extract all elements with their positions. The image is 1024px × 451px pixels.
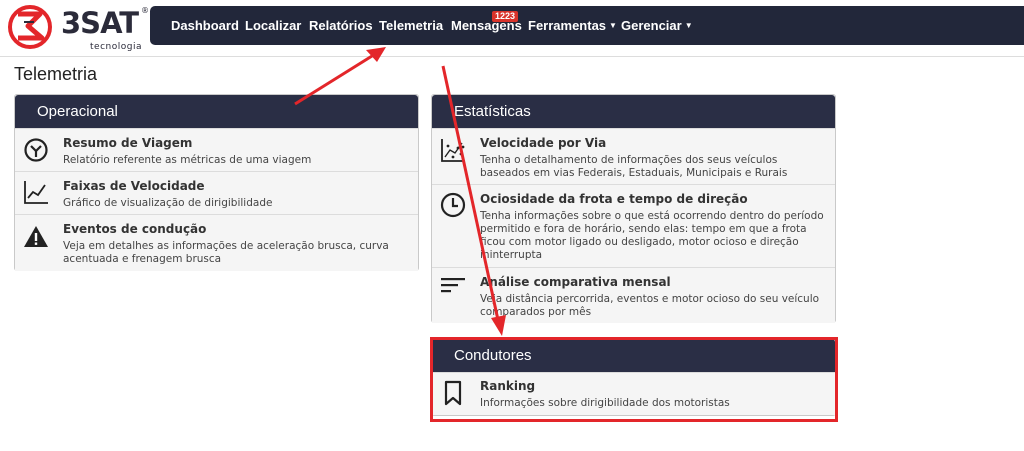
brand-registered: ® xyxy=(141,6,149,15)
panel-header: Condutores xyxy=(432,339,835,372)
nav-localizar[interactable]: Localizar xyxy=(245,6,301,45)
panel-condutores: Condutores Ranking Informações sobre dir… xyxy=(431,338,836,416)
scatter-chart-icon xyxy=(441,139,465,162)
menu-item-ranking[interactable]: Ranking Informações sobre dirigibilidade… xyxy=(432,372,835,415)
menu-item-faixas-de-velocidade[interactable]: Faixas de Velocidade Gráfico de visualiz… xyxy=(15,171,418,214)
item-title: Velocidade por Via xyxy=(480,136,607,150)
panel-estatisticas: Estatísticas Velocidade por Via Tenha o … xyxy=(431,94,836,323)
messages-count-badge: 1223 xyxy=(492,11,519,22)
bars-icon xyxy=(441,278,465,293)
item-description: ininterrupta xyxy=(480,249,543,261)
item-title: Faixas de Velocidade xyxy=(63,179,205,193)
nav-dashboard[interactable]: Dashboard xyxy=(171,6,239,45)
nav-ferramentas[interactable]: Ferramentas ▼ xyxy=(528,6,617,45)
panel-header: Operacional xyxy=(15,95,418,128)
line-chart-icon xyxy=(24,181,48,204)
caret-down-icon: ▼ xyxy=(684,21,693,30)
item-title: Análise comparativa mensal xyxy=(480,275,671,289)
clock-icon xyxy=(440,192,466,218)
panel-operacional: Operacional Resumo de Viagem Relatório r… xyxy=(14,94,419,271)
item-description: Veja em detalhes as informações de acele… xyxy=(63,240,389,252)
item-title: Eventos de condução xyxy=(63,222,207,236)
nav-gerenciar-label: Gerenciar xyxy=(621,18,682,33)
bookmark-icon xyxy=(444,380,462,406)
nav-relatorios[interactable]: Relatórios xyxy=(309,6,373,45)
item-description: Tenha o detalhamento de informações dos … xyxy=(480,154,778,166)
brand-logo[interactable]: 3SAT ® tecnologia xyxy=(6,4,149,52)
item-description: baseados em vias Federais, Estaduais, Mu… xyxy=(480,167,788,179)
item-description: Tenha informações sobre o que está ocorr… xyxy=(480,210,824,222)
speed-gauge-icon xyxy=(24,138,48,162)
brand-tagline: tecnologia xyxy=(90,42,142,52)
menu-item-resumo-de-viagem[interactable]: Resumo de Viagem Relatório referente as … xyxy=(15,128,418,171)
menu-item-velocidade-por-via[interactable]: Velocidade por Via Tenha o detalhamento … xyxy=(432,128,835,184)
item-description: permitido e fora de horário, sendo elas:… xyxy=(480,223,807,235)
nav-gerenciar[interactable]: Gerenciar ▼ xyxy=(621,6,693,45)
item-description: ficou com motor ligado ou desligado, mot… xyxy=(480,236,799,248)
item-description: Informações sobre dirigibilidade dos mot… xyxy=(480,397,730,409)
logo-mark-icon xyxy=(8,5,52,49)
menu-item-eventos-de-conducao[interactable]: Eventos de condução Veja em detalhes as … xyxy=(15,214,418,271)
warning-icon xyxy=(24,226,48,247)
brand-name: 3SAT xyxy=(61,6,139,40)
caret-down-icon: ▼ xyxy=(609,21,617,30)
panel-header: Estatísticas xyxy=(432,95,835,128)
top-header: 3SAT ® tecnologia Dashboard Localizar Re… xyxy=(0,0,1024,57)
nav-telemetria[interactable]: Telemetria xyxy=(379,6,443,45)
main-navbar: Dashboard Localizar Relatórios Telemetri… xyxy=(150,6,1024,45)
item-title: Ociosidade da frota e tempo de direção xyxy=(480,192,748,206)
item-description: Veja distância percorrida, eventos e mot… xyxy=(480,293,820,305)
item-description: comparados por mês xyxy=(480,306,592,318)
item-title: Ranking xyxy=(480,379,536,393)
item-title: Resumo de Viagem xyxy=(63,136,193,150)
menu-item-ociosidade-da-frota[interactable]: Ociosidade da frota e tempo de direção T… xyxy=(432,184,835,267)
page-title: Telemetria xyxy=(14,64,98,84)
item-description: acentuada e frenagem brusca xyxy=(63,253,222,265)
nav-ferramentas-label: Ferramentas xyxy=(528,18,607,33)
item-description: Gráfico de visualização de dirigibilidad… xyxy=(63,197,273,209)
item-description: Relatório referente as métricas de uma v… xyxy=(63,154,312,166)
menu-item-analise-comparativa-mensal[interactable]: Análise comparativa mensal Veja distânci… xyxy=(432,267,835,323)
